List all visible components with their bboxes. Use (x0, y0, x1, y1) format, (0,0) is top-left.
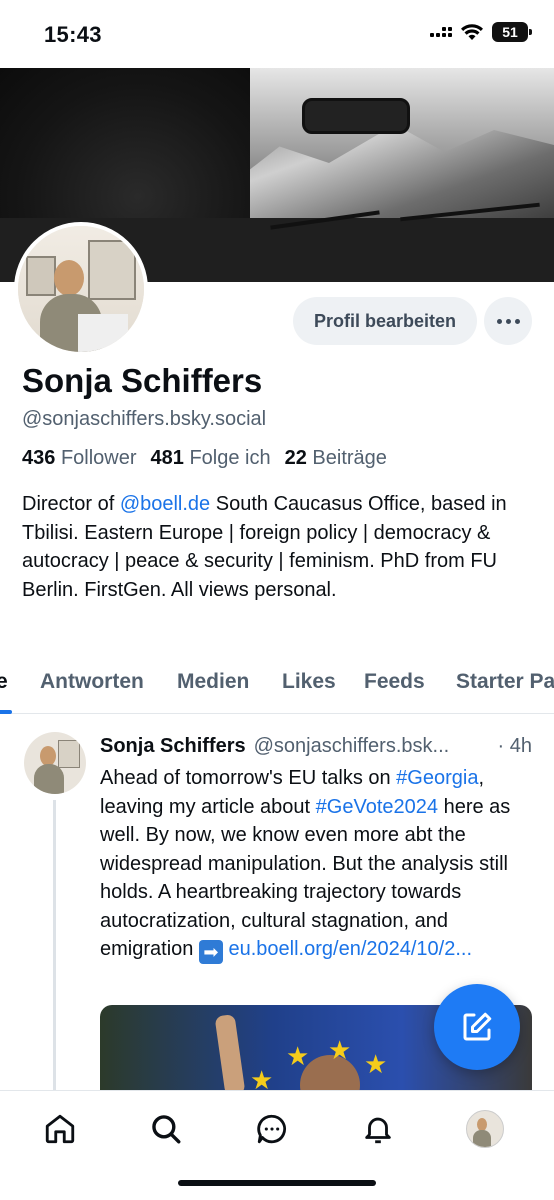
profile-bio: Director of @boell.de South Caucasus Off… (22, 493, 507, 601)
search-icon (152, 1115, 181, 1144)
edit-profile-button[interactable]: Profil bearbeiten (293, 297, 477, 345)
tab-posts[interactable]: e (0, 670, 8, 694)
profile-handle: @sonjaschiffers.bsky.social (22, 408, 267, 430)
post-external-link[interactable]: eu.boell.org/en/2024/10/2... (229, 938, 473, 960)
tab-replies[interactable]: Antworten (40, 670, 144, 694)
battery-icon: 51 (492, 22, 532, 42)
bell-icon (365, 1117, 391, 1144)
more-options-button[interactable] (484, 297, 532, 345)
chat-icon (257, 1114, 287, 1144)
hashtag-link[interactable]: #GeVote2024 (316, 796, 438, 818)
profile-avatar[interactable] (14, 222, 148, 356)
posts-stat: 22 Beiträge (284, 447, 387, 469)
status-bar: 15:43 51 (0, 0, 554, 68)
tab-media[interactable]: Medien (177, 670, 249, 694)
active-tab-indicator (0, 710, 12, 714)
display-name: Sonja Schiffers (22, 362, 263, 399)
arrow-right-emoji: ➡ (198, 940, 223, 964)
status-icons: 51 (430, 22, 532, 42)
following-stat[interactable]: 481 Folge ich (151, 447, 271, 470)
home-indicator (178, 1180, 376, 1186)
post-header: Sonja Schiffers @sonjaschiffers.bsk... ·… (100, 735, 540, 758)
profile-stats: 436 Follower 481 Folge ich 22 Beiträge (22, 447, 387, 470)
wifi-icon (461, 24, 483, 40)
bio-mention-link[interactable]: @boell.de (120, 493, 210, 515)
followers-stat[interactable]: 436 Follower (22, 447, 137, 470)
post-author-handle[interactable]: @sonjaschiffers.bsk... (254, 735, 450, 758)
nav-chat[interactable] (252, 1109, 292, 1149)
nav-notifications[interactable] (358, 1109, 398, 1149)
nav-home[interactable] (40, 1109, 80, 1149)
ellipsis-icon (496, 318, 502, 324)
post-author-name[interactable]: Sonja Schiffers (100, 735, 246, 758)
nav-search[interactable] (146, 1109, 186, 1149)
post-timestamp: · 4h (497, 735, 532, 757)
cellular-signal-icon (430, 27, 452, 37)
status-time: 15:43 (44, 22, 102, 47)
thread-line (53, 800, 56, 1090)
tab-starter-packs[interactable]: Starter Pa (456, 670, 554, 694)
compose-icon (463, 1012, 492, 1041)
nav-profile-avatar[interactable] (466, 1110, 504, 1148)
tab-feeds[interactable]: Feeds (364, 670, 425, 694)
home-icon (45, 1114, 75, 1144)
post-author-avatar[interactable] (24, 732, 86, 794)
profile-tabs: e Antworten Medien Likes Feeds Starter P… (0, 658, 554, 714)
tab-likes[interactable]: Likes (282, 670, 336, 694)
hashtag-link[interactable]: #Georgia (396, 767, 478, 789)
post-text[interactable]: Ahead of tomorrow's EU talks on #Georgia… (100, 764, 540, 964)
compose-post-button[interactable] (434, 984, 520, 1070)
